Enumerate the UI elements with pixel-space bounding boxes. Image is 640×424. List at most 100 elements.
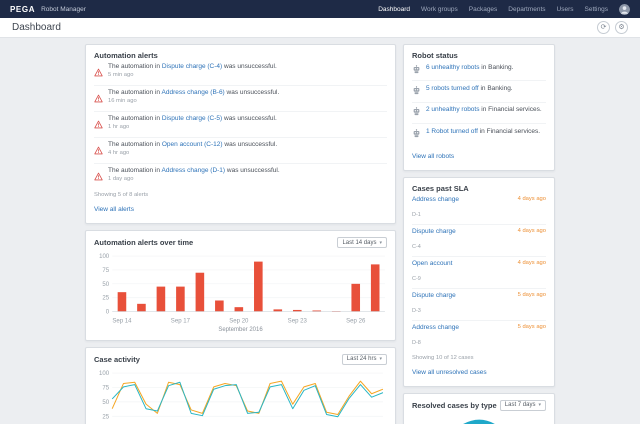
sla-case-link[interactable]: Dispute charge: [412, 292, 456, 299]
cases-past-sla-card: Cases past SLA Address change D-1 4 days…: [403, 177, 555, 387]
view-all-robots-link[interactable]: View all robots: [412, 153, 454, 160]
robot-status-rest: in Banking.: [480, 85, 512, 92]
nav-item-work-groups[interactable]: Work groups: [421, 6, 458, 13]
robot-status-link[interactable]: 2 unhealthy robots: [426, 106, 479, 113]
alert-timestamp: 4 hr ago: [108, 150, 277, 156]
card-title: Case activity: [94, 355, 140, 364]
alert-case-link[interactable]: Dispute charge (C-5): [162, 115, 222, 122]
alert-text: The automation in Dispute charge (C-5) w…: [108, 115, 277, 123]
warning-icon: [94, 90, 103, 108]
alert-timestamp: 16 min ago: [108, 98, 279, 104]
nav-item-packages[interactable]: Packages: [469, 6, 498, 13]
robot-status-text: 2 unhealthy robots in Financial services…: [426, 106, 542, 114]
sla-case-link[interactable]: Address change: [412, 324, 459, 331]
card-title: Automation alerts over time: [94, 238, 193, 247]
sla-case-id: C-9: [412, 276, 421, 282]
product-name: Robot Manager: [41, 6, 86, 13]
card-title: Resolved cases by type: [412, 401, 497, 410]
sla-case-age: 5 days ago: [518, 292, 546, 298]
alert-item: The automation in Dispute charge (C-4) w…: [94, 60, 387, 85]
nav-items: Dashboard Work groups Packages Departmen…: [378, 4, 630, 15]
alert-timestamp: 5 min ago: [108, 72, 277, 78]
time-range-select[interactable]: Last 24 hrs ▾: [342, 354, 387, 365]
svg-text:Sep 14: Sep 14: [112, 319, 132, 325]
nav-item-users[interactable]: Users: [557, 6, 574, 13]
alert-prefix: The automation in: [108, 63, 160, 70]
svg-text:25: 25: [102, 414, 109, 420]
svg-text:25: 25: [102, 296, 109, 302]
alert-suffix: was unsuccessful.: [224, 63, 277, 70]
robot-status-card: Robot status 6 unhealthy robots in Banki…: [403, 44, 555, 171]
warning-icon: [94, 64, 103, 82]
alert-prefix: The automation in: [108, 141, 160, 148]
sla-case-link[interactable]: Open account: [412, 260, 452, 267]
robot-status-rest: in Financial services.: [481, 106, 541, 113]
right-column: Robot status 6 unhealthy robots in Banki…: [403, 44, 555, 424]
alert-case-link[interactable]: Address change (B-6): [162, 89, 225, 96]
alert-case-link[interactable]: Dispute charge (C-4): [162, 63, 222, 70]
robot-status-rest: in Banking.: [481, 64, 513, 71]
left-column: Automation alerts The automation in Disp…: [85, 44, 396, 424]
svg-text:Sep 20: Sep 20: [229, 319, 249, 325]
sla-case-age: 4 days ago: [518, 228, 546, 234]
alert-case-link[interactable]: Open account (C-12): [162, 141, 223, 148]
sla-case-age: 4 days ago: [518, 260, 546, 266]
alerts-summary: Showing 5 of 8 alerts: [94, 192, 387, 198]
sla-case-age: 4 days ago: [518, 196, 546, 202]
alert-prefix: The automation in: [108, 115, 160, 122]
page-header: Dashboard ⟳ ⚙: [0, 18, 640, 38]
user-avatar[interactable]: [619, 4, 630, 15]
time-range-select[interactable]: Last 14 days ▾: [337, 237, 387, 248]
robot-status-rest: in Financial services.: [480, 128, 540, 135]
alert-item: The automation in Dispute charge (C-5) w…: [94, 111, 387, 137]
alert-text: The automation in Address change (B-6) w…: [108, 89, 279, 97]
svg-text:Sep 23: Sep 23: [288, 319, 308, 325]
alert-text: The automation in Dispute charge (C-4) w…: [108, 63, 277, 71]
sla-case-id: D-3: [412, 308, 421, 314]
robot-icon: [412, 107, 421, 119]
alert-suffix: was unsuccessful.: [227, 89, 280, 96]
alert-text: The automation in Address change (D-1) w…: [108, 167, 280, 175]
nav-item-departments[interactable]: Departments: [508, 6, 545, 13]
alert-prefix: The automation in: [108, 167, 160, 174]
time-range-value: Last 7 days: [505, 402, 536, 408]
robot-status-link[interactable]: 1 Robot turned off: [426, 128, 478, 135]
time-range-select[interactable]: Last 7 days ▾: [500, 400, 546, 411]
robot-status-item: 1 Robot turned off in Financial services…: [412, 123, 546, 144]
alert-prefix: The automation in: [108, 89, 160, 96]
sla-case-id: D-1: [412, 212, 421, 218]
sla-case-link[interactable]: Address change: [412, 196, 459, 203]
alert-text: The automation in Open account (C-12) wa…: [108, 141, 277, 149]
alert-item: The automation in Open account (C-12) wa…: [94, 137, 387, 163]
resolved-donut-chart: 128 cases: [412, 415, 546, 424]
alert-suffix: was unsuccessful.: [227, 167, 280, 174]
nav-item-dashboard[interactable]: Dashboard: [378, 6, 410, 13]
alert-case-link[interactable]: Address change (D-1): [162, 167, 226, 174]
avatar-icon: [619, 4, 630, 15]
robot-status-item: 2 unhealthy robots in Financial services…: [412, 102, 546, 123]
card-title: Automation alerts: [94, 51, 387, 60]
page-title: Dashboard: [12, 22, 61, 33]
view-all-alerts-link[interactable]: View all alerts: [94, 206, 134, 213]
sla-case-item: Open account C-9 4 days ago: [412, 256, 546, 288]
time-range-value: Last 24 hrs: [347, 356, 377, 362]
robot-status-text: 6 unhealthy robots in Banking.: [426, 64, 513, 72]
automation-alerts-card: Automation alerts The automation in Disp…: [85, 44, 396, 224]
sla-case-item: Dispute charge C-4 4 days ago: [412, 224, 546, 256]
pega-logo[interactable]: PEGA: [10, 5, 35, 14]
sla-case-link[interactable]: Dispute charge: [412, 228, 456, 235]
refresh-button[interactable]: ⟳: [597, 21, 610, 34]
alert-item: The automation in Address change (D-1) w…: [94, 163, 387, 189]
robot-status-link[interactable]: 5 robots turned off: [426, 85, 479, 92]
card-title: Cases past SLA: [412, 184, 546, 193]
settings-button[interactable]: ⚙: [615, 21, 628, 34]
sla-case-id: D-8: [412, 340, 421, 346]
sla-case-item: Address change D-1 4 days ago: [412, 193, 546, 224]
warning-icon: [94, 168, 103, 186]
alerts-over-time-card: Automation alerts over time Last 14 days…: [85, 230, 396, 341]
case-activity-line-chart: 2550751003:00 AM6:00 AM9:00 AM12:00 PM3:…: [94, 368, 387, 424]
robot-status-link[interactable]: 6 unhealthy robots: [426, 64, 479, 71]
sla-case-age: 5 days ago: [518, 324, 546, 330]
view-all-unresolved-link[interactable]: View all unresolved cases: [412, 369, 487, 376]
nav-item-settings[interactable]: Settings: [585, 6, 609, 13]
